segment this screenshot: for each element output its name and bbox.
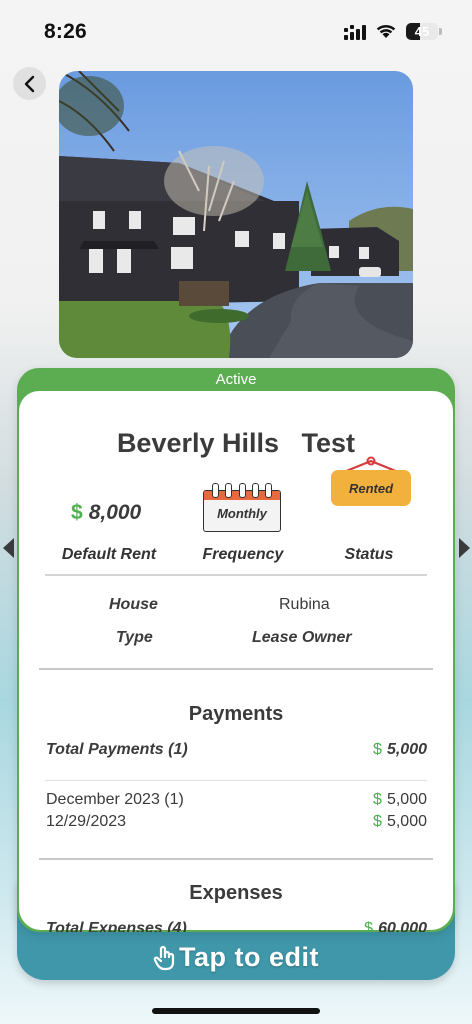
calendar-icon: Monthly [203, 483, 281, 532]
property-details: Beverly Hills Test $8,000 Monthly Rented… [19, 391, 453, 932]
default-rent-value: $8,000 [71, 501, 141, 525]
expenses-heading: Expenses [189, 882, 283, 904]
payment-date[interactable]: 12/29/2023 [46, 813, 126, 831]
active-status-badge: Active [215, 371, 257, 388]
currency-symbol: $ [373, 813, 382, 830]
total-expenses-label: Total Expenses (4) [46, 920, 187, 932]
property-type-house: House [109, 596, 158, 613]
divider [39, 858, 433, 860]
cellular-signal-icon [344, 25, 366, 40]
divider [45, 780, 427, 781]
payments-heading: Payments [188, 703, 284, 725]
lease-owner-name: Rubina [279, 596, 330, 613]
default-rent-label: Default Rent [61, 546, 157, 563]
status-bar: 8:26 45 [0, 0, 472, 64]
home-indicator[interactable] [152, 1008, 320, 1014]
payment-month-amount: $5,000 [373, 791, 427, 809]
status-time: 8:26 [44, 20, 87, 43]
tap-to-edit-label: Tap to edit [179, 942, 319, 972]
tap-to-edit-content[interactable]: Tap to edit [0, 942, 472, 973]
payment-month-value: 5,000 [386, 791, 427, 808]
frequency-value: Monthly [217, 506, 267, 521]
status-value: Rented [348, 481, 394, 496]
payment-value: 5,000 [386, 813, 427, 830]
property-title: Beverly Hills Test [116, 428, 356, 458]
total-payments-value: 5,000 [386, 741, 427, 758]
payment-amount: $5,000 [373, 813, 427, 831]
currency-symbol: $ [373, 791, 382, 808]
next-property-button[interactable] [459, 538, 470, 558]
frequency-label: Frequency [202, 546, 284, 563]
default-rent-amount: 8,000 [88, 501, 142, 524]
status-label: Status [344, 546, 394, 563]
currency-symbol: $ [373, 741, 382, 758]
total-expenses-value: 60,000 [378, 920, 427, 932]
hand-tap-icon [153, 945, 175, 970]
divider [45, 574, 427, 576]
property-photo [59, 71, 413, 358]
battery-level: 45 [414, 24, 430, 39]
property-card[interactable]: Active Beverly Hills Test $8,000 Monthly… [17, 368, 455, 932]
divider [39, 668, 433, 670]
total-payments-amount: $5,000 [373, 741, 427, 759]
currency-symbol: $ [364, 920, 374, 932]
property-type-label: Type [116, 629, 153, 646]
previous-property-button[interactable] [3, 538, 14, 558]
back-button[interactable] [13, 67, 46, 100]
battery-icon: 45 [406, 23, 438, 40]
chevron-left-icon [24, 75, 34, 92]
currency-symbol: $ [71, 501, 83, 524]
payment-month-label[interactable]: December 2023 (1) [46, 791, 184, 809]
battery-cap [439, 28, 442, 35]
lease-owner-label: Lease Owner [252, 629, 352, 646]
total-payments-label: Total Payments (1) [46, 741, 188, 758]
hanging-sign-icon: Rented [329, 456, 413, 512]
wifi-icon [376, 24, 396, 38]
total-expenses-amount: $60,000 [364, 920, 427, 932]
